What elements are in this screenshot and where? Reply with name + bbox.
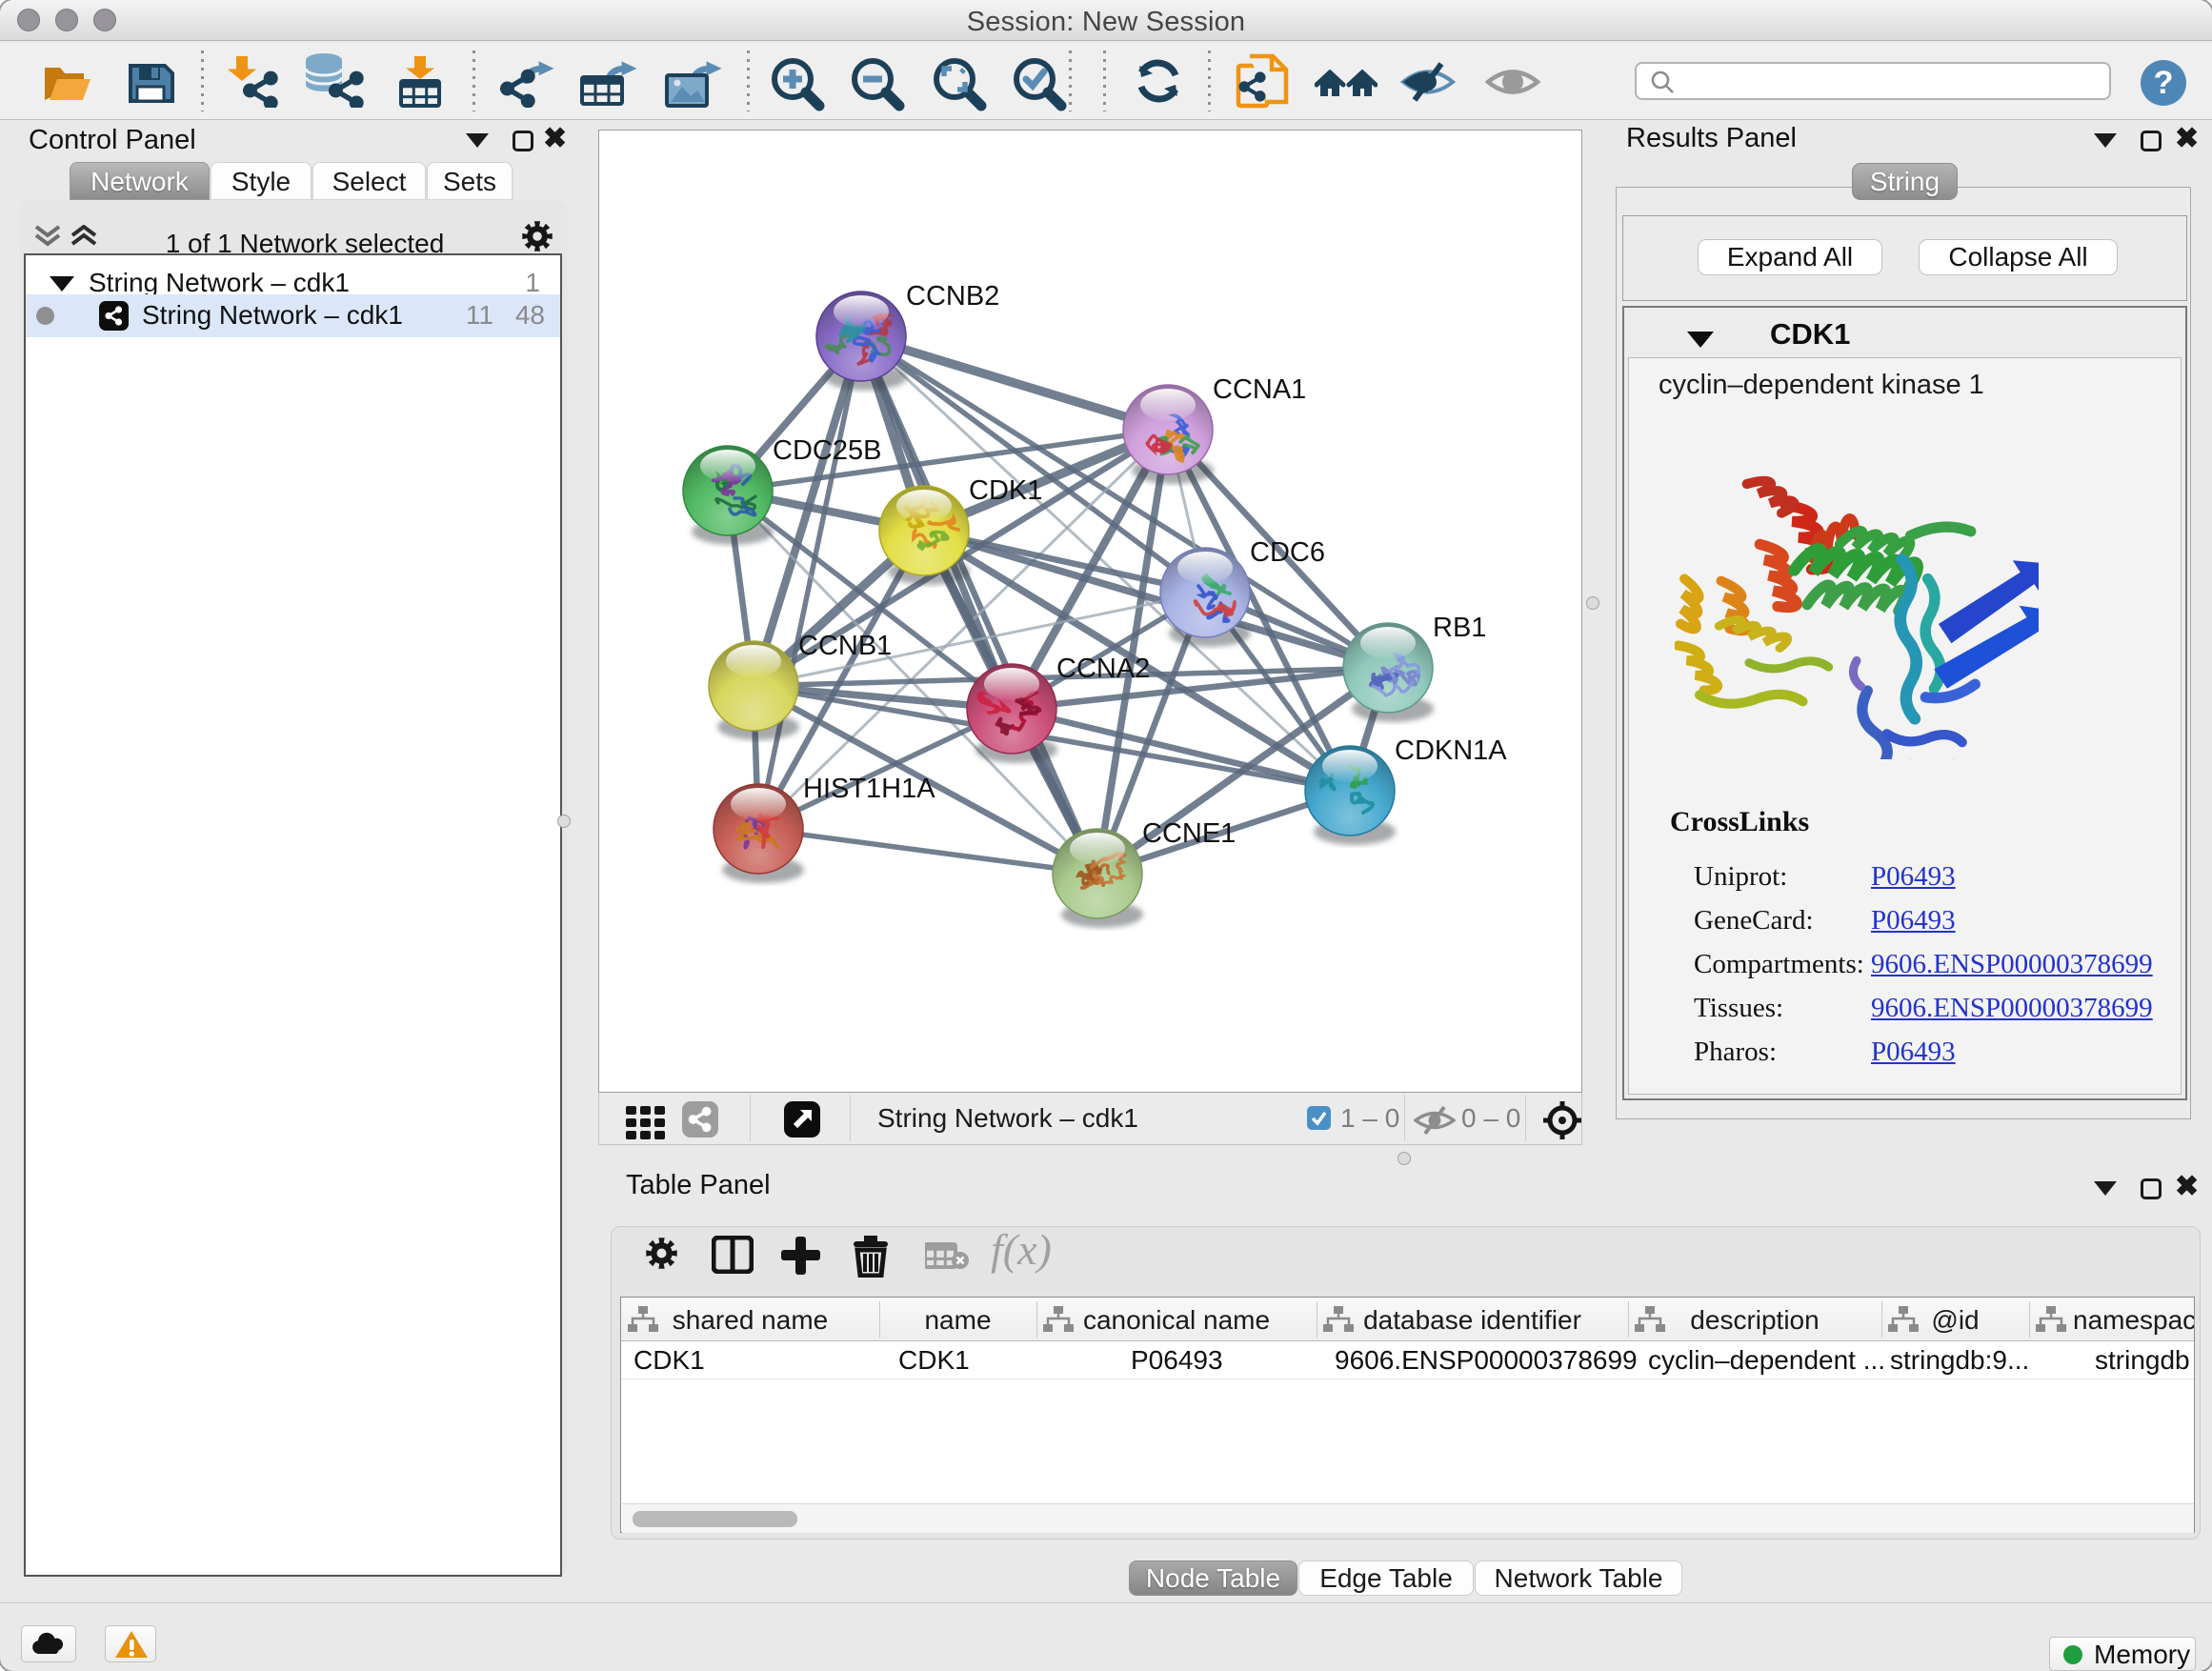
svg-text:CDC6: CDC6 (1250, 537, 1325, 568)
svg-text:CCNE1: CCNE1 (1142, 818, 1236, 849)
svg-text:CDC25B: CDC25B (773, 435, 881, 466)
svg-text:CCNB1: CCNB1 (798, 631, 892, 661)
svg-text:HIST1H1A: HIST1H1A (803, 774, 935, 804)
svg-text:CDKN1A: CDKN1A (1395, 735, 1507, 766)
svg-text:RB1: RB1 (1433, 613, 1486, 643)
svg-text:CDK1: CDK1 (969, 475, 1042, 506)
svg-text:CCNA2: CCNA2 (1056, 654, 1150, 684)
svg-text:CCNB2: CCNB2 (906, 281, 999, 312)
svg-text:CCNA1: CCNA1 (1213, 374, 1306, 405)
